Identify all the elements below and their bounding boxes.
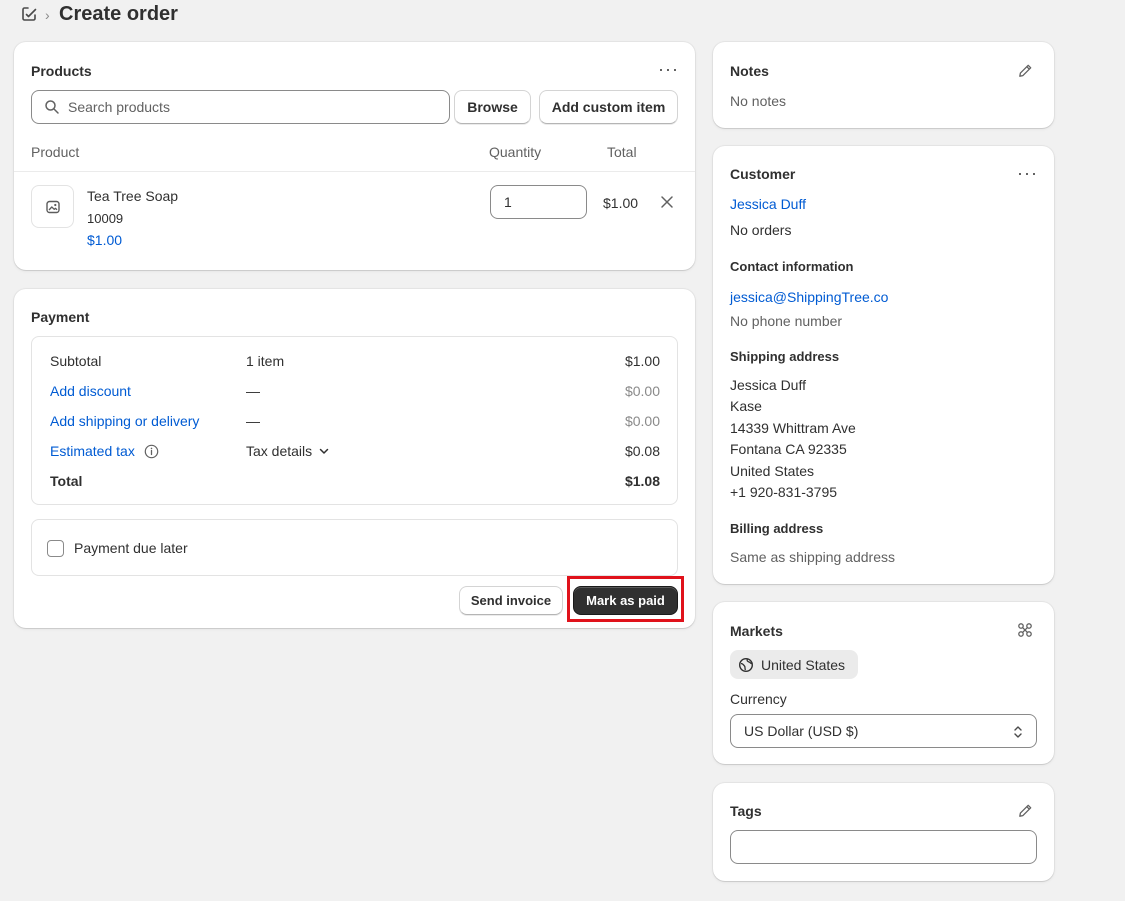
add-custom-item-button[interactable]: Add custom item	[539, 90, 678, 124]
remove-item-icon[interactable]	[660, 195, 674, 209]
markets-title: Markets	[730, 623, 783, 639]
quantity-value: 1	[504, 194, 512, 210]
currency-label: Currency	[730, 691, 787, 707]
tax-details-toggle[interactable]: Tax details	[246, 443, 330, 459]
tax-details-label: Tax details	[246, 443, 313, 459]
product-thumbnail	[31, 185, 74, 228]
image-placeholder-icon	[45, 199, 61, 215]
markets-settings-icon[interactable]	[1017, 622, 1033, 638]
shipping-value: —	[246, 413, 260, 429]
discount-amount: $0.00	[624, 383, 660, 399]
notes-card: Notes No notes	[713, 42, 1054, 128]
customer-card: Customer ··· Jessica Duff No orders Cont…	[713, 146, 1054, 584]
product-sku: 10009	[87, 211, 124, 226]
line-total: $1.00	[603, 195, 639, 211]
market-badge: United States	[730, 650, 858, 679]
market-name: United States	[761, 656, 846, 673]
tax-amount: $0.08	[624, 443, 660, 459]
currency-value: US Dollar (USD $)	[744, 723, 859, 739]
column-header-product: Product	[31, 144, 80, 160]
billing-address-body: Same as shipping address	[730, 549, 895, 565]
notes-title: Notes	[730, 63, 769, 79]
shipping-address-line: United States	[730, 463, 815, 479]
quantity-input[interactable]: 1	[490, 185, 587, 219]
subtotal-label: Subtotal	[50, 353, 102, 369]
payment-due-later-checkbox[interactable]	[47, 540, 64, 557]
add-discount-link[interactable]: Add discount	[50, 383, 131, 399]
discount-value: —	[246, 383, 260, 399]
total-label: Total	[50, 473, 83, 489]
column-header-total: Total	[607, 144, 637, 160]
products-card: Products ··· Search products Browse Add …	[14, 42, 695, 270]
products-title: Products	[31, 63, 92, 79]
customer-orders: No orders	[730, 222, 792, 238]
payment-title: Payment	[31, 309, 90, 325]
shipping-address-line: Kase	[730, 398, 762, 414]
more-actions-icon[interactable]: ···	[658, 60, 679, 78]
tags-card: Tags	[713, 783, 1054, 881]
notes-body: No notes	[730, 93, 787, 109]
select-chevron-icon	[1012, 724, 1024, 740]
shipping-amount: $0.00	[624, 413, 660, 429]
shipping-address-title: Shipping address	[730, 349, 840, 364]
customer-phone: No phone number	[730, 313, 843, 329]
shipping-address-line: Fontana CA 92335	[730, 441, 847, 457]
edit-tags-icon[interactable]	[1018, 803, 1033, 818]
search-placeholder: Search products	[68, 99, 170, 115]
chevron-down-icon	[318, 445, 330, 457]
subtotal-item-count: 1 item	[246, 353, 285, 369]
browse-button[interactable]: Browse	[454, 90, 531, 124]
tags-title: Tags	[730, 803, 762, 819]
info-icon[interactable]	[144, 444, 159, 459]
customer-title: Customer	[730, 166, 796, 182]
total-amount: $1.08	[624, 473, 660, 489]
add-shipping-link[interactable]: Add shipping or delivery	[50, 413, 199, 429]
shipping-address-line: +1 920-831-3795	[730, 484, 838, 500]
currency-select[interactable]: US Dollar (USD $)	[730, 714, 1037, 748]
payment-card: Payment Subtotal 1 item $1.00 Add discou…	[14, 289, 695, 628]
orders-icon[interactable]	[20, 5, 38, 23]
edit-notes-icon[interactable]	[1018, 63, 1033, 78]
contact-information-title: Contact information	[730, 259, 854, 274]
search-input[interactable]: Search products	[31, 90, 450, 124]
page-title: Create order	[59, 3, 178, 25]
customer-more-actions-icon[interactable]: ···	[1017, 164, 1038, 182]
breadcrumb-chevron-icon: ›	[45, 7, 50, 23]
send-invoice-button[interactable]: Send invoice	[459, 586, 563, 615]
markets-card: Markets United States Currency US Dollar…	[713, 602, 1054, 764]
product-price[interactable]: $1.00	[87, 232, 122, 248]
billing-address-title: Billing address	[730, 521, 824, 536]
customer-email-link[interactable]: jessica@ShippingTree.co	[730, 289, 888, 305]
estimated-tax-link[interactable]: Estimated tax	[50, 443, 135, 459]
customer-name-link[interactable]: Jessica Duff	[730, 196, 806, 212]
payment-due-later-box: Payment due later	[31, 519, 678, 576]
payment-due-later-label[interactable]: Payment due later	[74, 540, 188, 556]
column-header-quantity: Quantity	[489, 144, 542, 160]
subtotal-amount: $1.00	[624, 353, 660, 369]
divider	[14, 171, 695, 172]
search-icon	[44, 99, 60, 115]
globe-icon	[738, 657, 754, 673]
payment-summary-box: Subtotal 1 item $1.00 Add discount — $0.…	[31, 336, 678, 505]
product-name[interactable]: Tea Tree Soap	[87, 188, 178, 204]
mark-as-paid-button[interactable]: Mark as paid	[573, 586, 678, 615]
shipping-address-line: 14339 Whittram Ave	[730, 420, 856, 436]
tags-input[interactable]	[730, 830, 1037, 864]
shipping-address-line: Jessica Duff	[730, 377, 806, 393]
